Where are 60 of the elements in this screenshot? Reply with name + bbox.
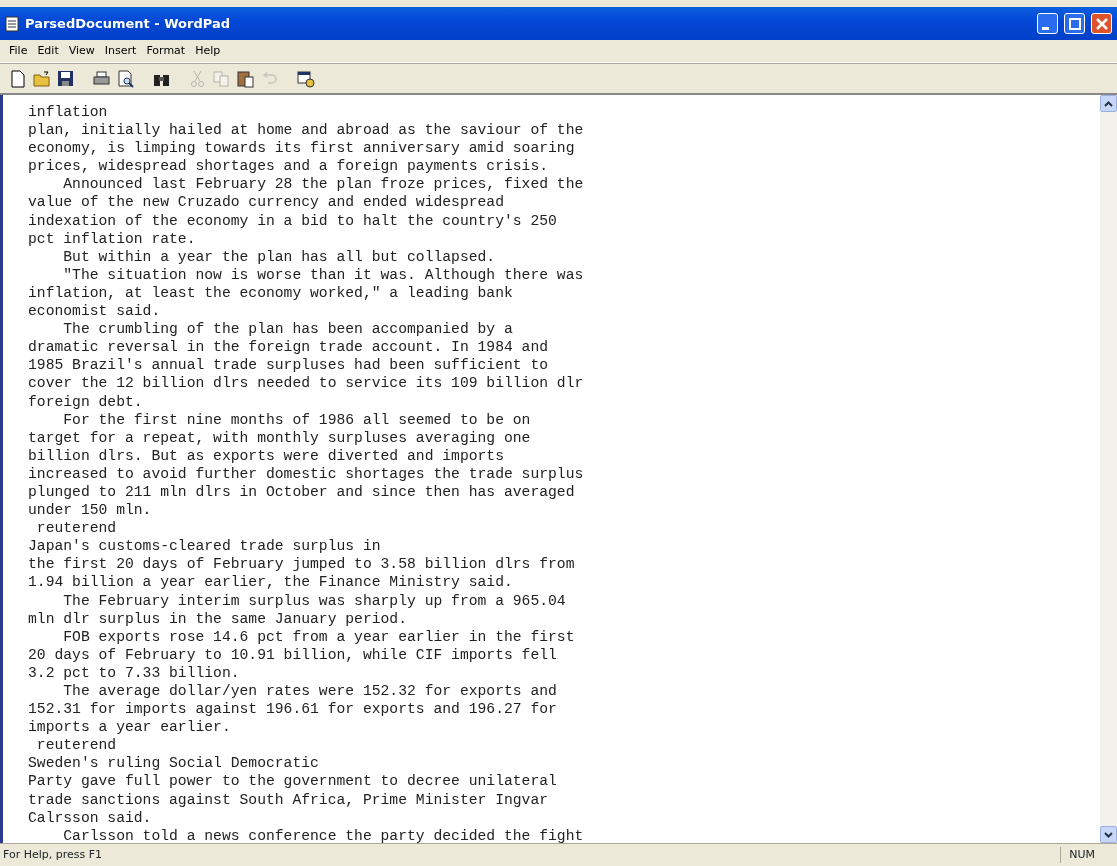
text-line: imports a year earlier.: [28, 718, 232, 737]
document-icon: [5, 15, 19, 32]
menu-item[interactable]: Help: [190, 42, 226, 60]
scroll-down-icon[interactable]: [1100, 826, 1117, 843]
menu-item[interactable]: File: [4, 42, 33, 60]
text-line: The average dollar/yen rates were 152.32 for exports and: [62, 682, 558, 701]
text-line: trade sanctions against South Africa, Prime Minister Ingvar: [28, 790, 550, 809]
menu-item[interactable]: View: [63, 42, 100, 60]
text-line: Announced last February 28 the plan froze prices, fixed the: [62, 175, 585, 194]
text-line: prices, widespread shortages and a foreign payments crisis.: [28, 157, 550, 176]
text-line: foreign debt.: [28, 392, 144, 411]
text-line: The crumbling of the plan has been accompanied by a: [62, 320, 514, 339]
text-line: economist said.: [28, 302, 162, 321]
close-button[interactable]: [1091, 13, 1112, 34]
text-line: For the first nine months of 1986 all seemed to be on: [62, 410, 532, 429]
text-line: The February interim surplus was sharply up from a 965.04: [62, 591, 567, 610]
text-line: Japan's customs-cleared trade surplus in: [28, 537, 382, 556]
scrollbar[interactable]: [1100, 95, 1117, 843]
status-text: For Help, press F1: [2, 846, 104, 863]
text-line: inflation: [28, 103, 109, 122]
text-line: indexation of the economy in a bid to halt the country's 250: [28, 211, 558, 230]
text-line: economy, is limping towards its first anniversary amid soaring: [28, 139, 576, 158]
text-line: plunged to 211 mln dlrs in October and since then has averaged: [28, 482, 576, 502]
window-title: ParsedDocument - WordPad: [25, 14, 231, 33]
text-line: FOB exports rose 14.6 pct from a year earlier in the first: [62, 627, 576, 646]
text-line: target for a repeat, with monthly surpluses averaging one: [28, 428, 532, 447]
text-line: 20 days of February to 10.91 billion, while CIF imports fell: [28, 645, 558, 664]
text-line: Calrsson said.: [28, 808, 153, 827]
text-line: under 150 mln.: [28, 501, 153, 520]
text-line: 152.31 for imports against 196.61 for exports and 196.27 for: [28, 700, 558, 719]
maximize-icon: [1066, 15, 1083, 32]
text-line: 1985 Brazil's annual trade surpluses had been sufficient to: [28, 356, 550, 375]
text-line: "The situation now is worse than it was. Although there was: [62, 265, 585, 284]
text-line: the first 20 days of February jumped to 3.58 billion dlrs from: [28, 555, 576, 574]
scroll-up-icon[interactable]: [1100, 95, 1117, 112]
text-line: increased to avoid further domestic shortages the trade surplus: [28, 464, 585, 483]
minimize-button[interactable]: [1037, 13, 1058, 34]
text-line: 3.2 pct to 7.33 billion.: [28, 663, 241, 682]
num-lock-indicator: NUM: [1060, 846, 1103, 864]
menu-item[interactable]: Insert: [99, 42, 142, 60]
close-icon: [1093, 15, 1110, 32]
text-line: pct inflation rate.: [28, 229, 197, 248]
text-line: plan, initially hailed at home and abroad as the saviour of the: [28, 121, 585, 140]
text-line: reuterend: [35, 736, 118, 755]
text-line: Sweden's ruling Social Democratic: [28, 754, 320, 773]
text-line: value of the new Cruzado currency and ended widespread: [28, 193, 505, 212]
text-line: mln dlr surplus in the same January period.: [28, 609, 408, 628]
text-line: dramatic reversal in the foreign trade account. In 1984 and: [28, 338, 550, 357]
text-line: 1.94 billion a year earlier, the Finance Ministry said.: [28, 573, 514, 592]
text-line: cover the 12 billion dlrs needed to service its 109 billion dlr: [28, 374, 585, 393]
text-line: inflation, at least the economy worked," a leading bank: [28, 283, 514, 303]
menu-item[interactable]: Format: [141, 42, 191, 60]
menu-item[interactable]: Edit: [32, 42, 64, 60]
text-line: Carlsson told a news conference the party decided the fight: [62, 826, 585, 845]
text-line: But within a year the plan has all but collapsed.: [62, 247, 497, 266]
text-line: reuterend: [35, 519, 118, 538]
text-line: billion dlrs. But as exports were diverted and imports: [28, 446, 505, 465]
maximize-button[interactable]: [1064, 13, 1085, 34]
text-line: Party gave full power to the government to decree unilateral: [28, 772, 558, 791]
minimize-icon: [1042, 27, 1049, 30]
